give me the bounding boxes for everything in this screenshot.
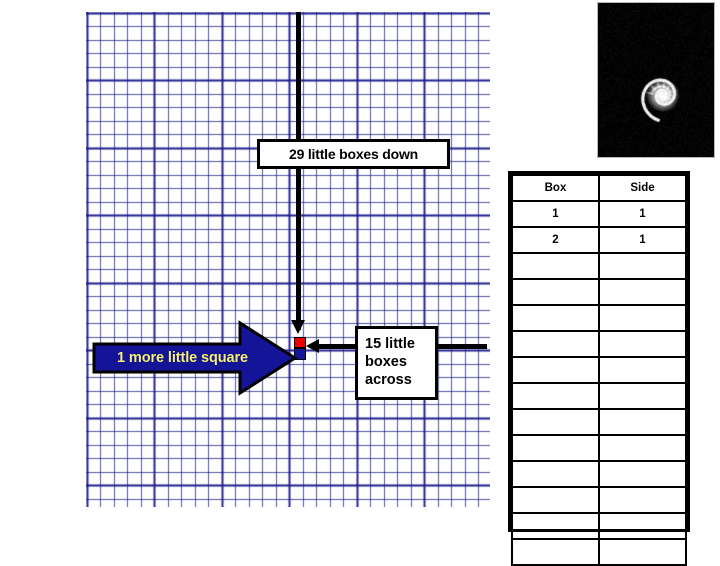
callout-boxes-across: 15 little boxes across (355, 326, 438, 400)
table-row (512, 461, 686, 487)
horizontal-arrow-shaft-right (437, 344, 487, 349)
callout-across-line-1: 15 little (365, 336, 415, 354)
block-arrow-label: 1 more little square (100, 320, 265, 396)
table-cell-box (512, 487, 599, 513)
box-side-table-element: Box Side 1121 (511, 174, 687, 566)
graph-paper-grid (86, 12, 490, 507)
callout-across-line-3: across (365, 372, 415, 390)
table-header-box: Box (512, 175, 599, 201)
table-cell-box (512, 539, 599, 565)
table-cell-side (599, 331, 686, 357)
table-row (512, 409, 686, 435)
table-header-side: Side (599, 175, 686, 201)
table-cell-side (599, 435, 686, 461)
table-cell-box (512, 279, 599, 305)
table-cell-side (599, 487, 686, 513)
table-row (512, 253, 686, 279)
table-row (512, 357, 686, 383)
table-cell-side (599, 383, 686, 409)
shell-canvas (598, 3, 714, 157)
callout-boxes-across-lines: 15 little boxes across (365, 336, 415, 389)
table-cell-side (599, 357, 686, 383)
table-cell-box (512, 357, 599, 383)
table-cell-side: 1 (599, 201, 686, 227)
table-row (512, 331, 686, 357)
table-cell-side (599, 461, 686, 487)
table-cell-box (512, 461, 599, 487)
table-body: 1121 (512, 201, 686, 565)
table-cell-side (599, 409, 686, 435)
vertical-measure-line (296, 12, 301, 330)
table-cell-side (599, 305, 686, 331)
table-cell-side (599, 539, 686, 565)
block-arrow-one-more-square: 1 more little square (92, 320, 297, 396)
table-cell-side (599, 279, 686, 305)
table-cell-box (512, 513, 599, 539)
table-cell-box (512, 305, 599, 331)
table-row: 21 (512, 227, 686, 253)
table-cell-side: 1 (599, 227, 686, 253)
left-arrowhead-icon (306, 339, 319, 353)
table-row (512, 487, 686, 513)
box-side-table: Box Side 1121 (508, 171, 690, 532)
table-row (512, 383, 686, 409)
table-row (512, 305, 686, 331)
table-cell-box (512, 435, 599, 461)
table-head: Box Side (512, 175, 686, 201)
table-row (512, 539, 686, 565)
table-cell-side (599, 253, 686, 279)
table-row (512, 435, 686, 461)
table-cell-box (512, 331, 599, 357)
nautilus-shell-image (597, 2, 715, 158)
callout-across-line-2: boxes (365, 354, 415, 372)
horizontal-arrow-shaft-left (318, 344, 356, 349)
table-cell-box: 2 (512, 227, 599, 253)
table-row (512, 513, 686, 539)
table-cell-side (599, 513, 686, 539)
callout-boxes-down-text: 29 little boxes down (289, 146, 418, 162)
table-cell-box (512, 409, 599, 435)
table-row (512, 279, 686, 305)
table-cell-box (512, 383, 599, 409)
table-cell-box (512, 253, 599, 279)
table-cell-box: 1 (512, 201, 599, 227)
grid-canvas (86, 12, 490, 507)
table-header-row: Box Side (512, 175, 686, 201)
table-row: 11 (512, 201, 686, 227)
callout-boxes-down: 29 little boxes down (257, 139, 450, 169)
